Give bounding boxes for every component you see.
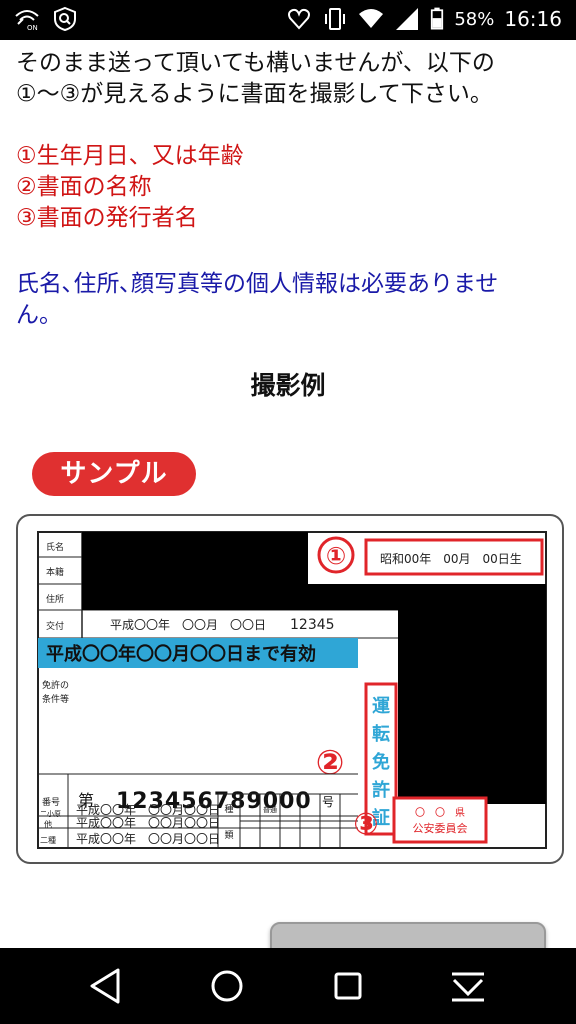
- not-needed-line-1: 氏名､住所､顔写真等の個人情報は必要ありませ: [16, 271, 499, 297]
- number-suffix: 号: [322, 795, 334, 809]
- sample-badge: サンプル: [32, 452, 196, 496]
- not-needed-line-2: ん。: [16, 302, 62, 328]
- intro-text: そのまま送って頂いても構いませんが、以下の ①〜③が見えるように書面を撮影して下…: [16, 48, 556, 110]
- required-item: ③書面の発行者名: [16, 205, 198, 231]
- marker-1: ①: [326, 542, 346, 570]
- redacted-name-block: [82, 532, 308, 610]
- battery-icon: [431, 7, 444, 30]
- recents-icon[interactable]: [334, 972, 362, 1000]
- main-content: そのまま送って頂いても構いませんが、以下の ①〜③が見えるように書面を撮影して下…: [0, 40, 576, 948]
- required-item: ②書面の名称: [16, 174, 152, 200]
- status-bar: ON 58% 16:16: [0, 0, 576, 40]
- heart-notification-icon: [288, 8, 311, 30]
- svg-text:ON: ON: [27, 24, 38, 32]
- partial-button[interactable]: [270, 922, 546, 948]
- issue-date: 平成〇〇年 〇〇月 〇〇日: [110, 618, 266, 632]
- back-icon[interactable]: [90, 968, 120, 1004]
- label-honseki: 本籍: [46, 566, 64, 578]
- label-issued: 交付: [46, 620, 64, 632]
- label-conditions-2: 条件等: [42, 693, 69, 705]
- signal-icon: [396, 8, 419, 30]
- sub-date: 平成〇〇年 〇〇月〇〇日: [76, 803, 220, 817]
- issuer-line-2: 公安委員会: [413, 821, 468, 835]
- example-title: 撮影例: [250, 371, 326, 400]
- label-nishu: 二種: [40, 835, 56, 845]
- battery-percent: 58%: [454, 8, 495, 30]
- label-name: 氏名: [46, 541, 64, 553]
- kind-label-1: 種: [224, 804, 233, 815]
- hide-keyboard-icon[interactable]: [452, 972, 484, 1002]
- kind-sub: 普通: [263, 805, 277, 814]
- kind-label-2: 類: [224, 830, 233, 841]
- intro-line-2: ①〜③が見えるように書面を撮影して下さい。: [16, 81, 493, 107]
- label-nishoutei: 二小原: [40, 809, 61, 818]
- label-other: 他: [44, 819, 52, 829]
- wifi-calling-icon: ON: [15, 10, 39, 32]
- navigation-bar: [0, 948, 576, 1024]
- vibrate-icon: [325, 8, 346, 30]
- marker-2: ②: [316, 743, 345, 783]
- doc-char: 許: [372, 779, 390, 801]
- home-icon[interactable]: [211, 970, 243, 1002]
- wifi-icon: [359, 9, 384, 28]
- intro-line-1: そのまま送って頂いても構いませんが、以下の: [16, 50, 495, 76]
- not-needed-note: 氏名､住所､顔写真等の個人情報は必要ありませ ん。: [16, 269, 556, 331]
- issue-number: 12345: [290, 617, 335, 633]
- license-sample-image: 氏名 本籍 住所 交付 昭和00年 00月 00日生 ① 平成〇〇年 〇〇月 〇…: [16, 514, 564, 864]
- required-items-list: ①生年月日、又は年齢 ②書面の名称 ③書面の発行者名: [16, 141, 556, 234]
- valid-until: 平成〇〇年〇〇月〇〇日まで有効: [46, 643, 316, 665]
- security-shield-icon: [54, 6, 76, 32]
- sub-date: 平成〇〇年 〇〇月〇〇日: [76, 832, 220, 846]
- issuer-line-1: 〇 〇 県: [415, 807, 465, 819]
- issuer-box: [392, 796, 488, 844]
- marker-3: ③: [353, 807, 378, 842]
- doc-char: 転: [372, 723, 390, 745]
- label-number: 番号: [42, 796, 60, 808]
- doc-char: 免: [372, 751, 390, 773]
- required-item: ①生年月日、又は年齢: [16, 143, 244, 169]
- clock: 16:16: [504, 7, 562, 31]
- redacted-photo-block: [398, 584, 546, 804]
- sub-date: 平成〇〇年 〇〇月〇〇日: [76, 816, 220, 830]
- label-conditions-1: 免許の: [42, 679, 69, 691]
- doc-char: 運: [372, 696, 390, 717]
- birth-date: 昭和00年 00月 00日生: [380, 552, 522, 566]
- label-address: 住所: [46, 593, 64, 605]
- redacted-address-block: [308, 584, 398, 610]
